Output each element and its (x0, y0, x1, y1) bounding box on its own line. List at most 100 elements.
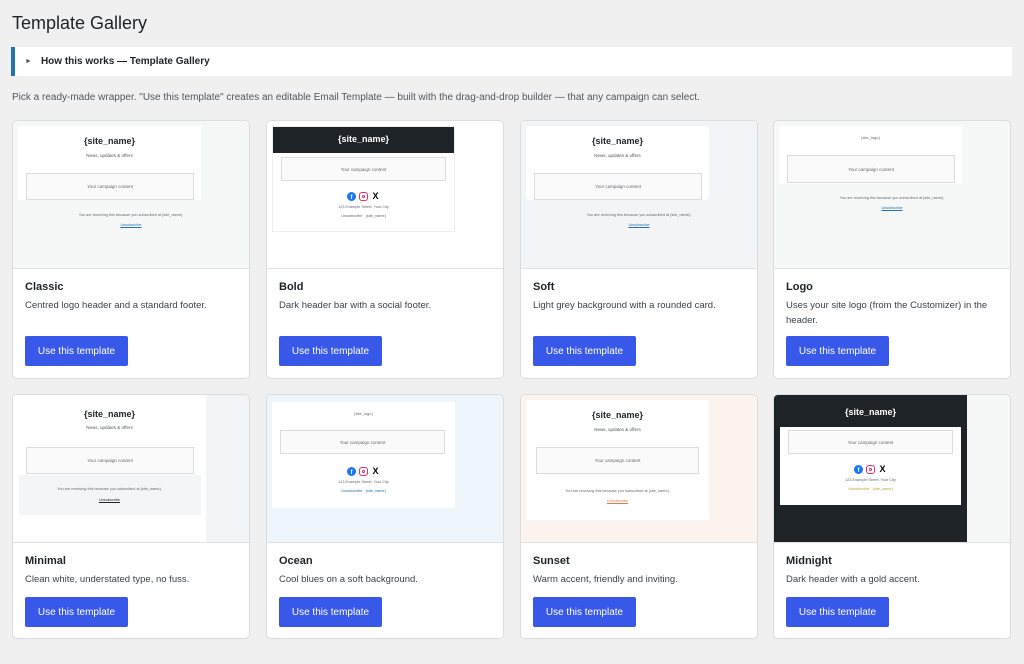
preview-unsubscribe: Unsubscribe · {site_name} (341, 489, 386, 493)
facebook-icon: f (854, 465, 863, 474)
x-icon: X (372, 191, 379, 201)
template-description: Dark header with a gold accent. (786, 574, 920, 585)
instagram-icon (359, 192, 368, 201)
template-description: Dark header bar with a social footer. (279, 300, 432, 311)
use-template-button-classic[interactable]: Use this template (25, 336, 128, 366)
template-card-sunset: {site_name} News, updates & offers Your … (520, 394, 758, 639)
use-template-button-logo[interactable]: Use this template (786, 336, 889, 366)
preview-content-text: Your campaign content (339, 439, 386, 445)
preview-content-text: Your campaign content (847, 439, 894, 445)
template-name: Ocean (279, 555, 313, 567)
template-preview-midnight: {site_name} Your campaign content f X 12… (774, 395, 1010, 543)
template-card-minimal: {site_name} News, updates & offers Your … (12, 394, 250, 639)
preview-content-box: Your campaign content (788, 430, 953, 454)
template-card-classic: {site_name} News, updates & offers Your … (12, 120, 250, 379)
caret-right-icon: ► (25, 58, 32, 65)
use-template-button-ocean[interactable]: Use this template (279, 597, 382, 627)
template-description: Warm accent, friendly and inviting. (533, 574, 678, 585)
template-card-logo: [site_logo] Your campaign content You ar… (773, 120, 1011, 379)
preview-address: 123 Example Street, Your City (338, 480, 389, 484)
template-preview-bold: {site_name} Your campaign content f X 12… (267, 121, 503, 269)
use-template-button-midnight[interactable]: Use this template (786, 597, 889, 627)
template-card-ocean: [site_logo] Your campaign content f X 12… (266, 394, 504, 639)
preview-site-name: {site_name} (591, 136, 644, 146)
preview-social-icons: f X (780, 465, 961, 474)
preview-footer: You are receiving this because you subsc… (78, 213, 184, 217)
template-name: Soft (533, 281, 555, 293)
preview-logo: [site_logo] (354, 411, 373, 416)
template-preview-soft: {site_name} News, updates & offers Your … (521, 121, 757, 269)
preview-content-text: Your campaign content (87, 184, 133, 189)
preview-content-text: Your campaign content (595, 184, 641, 189)
preview-unsubscribe: Unsubscribe (120, 223, 142, 227)
preview-content-box: Your campaign content (26, 447, 194, 474)
template-description: Cool blues on a soft background. (279, 574, 418, 585)
template-preview-logo: [site_logo] Your campaign content You ar… (774, 121, 1010, 269)
preview-footer: You are receiving this because you subsc… (839, 196, 945, 200)
preview-logo: [site_logo] (861, 135, 880, 140)
use-template-button-bold[interactable]: Use this template (279, 336, 382, 366)
use-template-button-minimal[interactable]: Use this template (25, 597, 128, 627)
template-description: Centred logo header and a standard foote… (25, 300, 207, 311)
preview-tagline: News, updates & offers (594, 153, 641, 158)
template-preview-sunset: {site_name} News, updates & offers Your … (521, 395, 757, 543)
preview-content-text: Your campaign content (87, 458, 133, 463)
preview-content-text: Your campaign content (594, 458, 641, 463)
preview-content-box: Your campaign content (534, 173, 702, 200)
preview-site-name: {site_name} (83, 136, 136, 146)
template-name: Sunset (533, 555, 570, 567)
use-template-button-soft[interactable]: Use this template (533, 336, 636, 366)
template-preview-ocean: [site_logo] Your campaign content f X 12… (267, 395, 503, 543)
preview-tagline: News, updates & offers (86, 153, 133, 158)
template-description: Uses your site logo (from the Customizer… (786, 300, 988, 326)
template-name: Minimal (25, 555, 66, 567)
preview-site-name: {site_name} (844, 407, 897, 417)
preview-address: 123 Example Street, Your City (338, 205, 389, 209)
preview-unsubscribe: Unsubscribe · {site_name} (848, 487, 893, 491)
preview-unsubscribe: Unsubscribe (881, 206, 903, 210)
preview-footer: You are receiving this because you subsc… (57, 487, 162, 491)
how-this-works-toggle[interactable]: ► How this works — Template Gallery (11, 47, 1012, 76)
preview-unsubscribe: Unsubscribe (606, 499, 629, 503)
template-name: Midnight (786, 555, 832, 567)
facebook-icon: f (347, 467, 356, 476)
intro-text: Pick a ready-made wrapper. "Use this tem… (12, 92, 700, 103)
preview-content-text: Your campaign content (848, 166, 894, 172)
template-card-bold: {site_name} Your campaign content f X 12… (266, 120, 504, 379)
preview-content-box: Your campaign content (787, 155, 955, 183)
preview-unsubscribe: Unsubscribe · {site_name} (341, 214, 386, 218)
page-title: Template Gallery (12, 13, 148, 33)
instagram-icon (866, 465, 875, 474)
preview-site-name: {site_name} (83, 409, 136, 419)
preview-address: 123 Example Street, Your City (845, 478, 896, 482)
preview-tagline: News, updates & offers (86, 425, 133, 430)
template-name: Bold (279, 281, 304, 293)
template-description: Light grey background with a rounded car… (533, 300, 716, 311)
preview-footer: You are receiving this because you subsc… (565, 489, 670, 493)
preview-content-box: Your campaign content (281, 157, 446, 181)
x-icon: X (372, 466, 379, 476)
preview-social-icons: f X (272, 467, 455, 476)
preview-unsubscribe: Unsubscribe (98, 498, 121, 502)
preview-content-text: Your campaign content (340, 166, 387, 172)
template-preview-classic: {site_name} News, updates & offers Your … (13, 121, 249, 269)
preview-content-box: Your campaign content (280, 430, 445, 454)
preview-site-name: {site_name} (591, 410, 644, 420)
preview-social-icons: f X (273, 192, 454, 201)
facebook-icon: f (347, 192, 356, 201)
preview-content-box: Your campaign content (536, 447, 699, 474)
template-description: Clean white, understated type, no fuss. (25, 574, 190, 585)
template-name: Classic (25, 281, 64, 293)
preview-footer: You are receiving this because you subsc… (586, 213, 692, 217)
template-card-soft: {site_name} News, updates & offers Your … (520, 120, 758, 379)
preview-site-name: {site_name} (337, 134, 390, 144)
template-name: Logo (786, 281, 813, 293)
preview-content-box: Your campaign content (26, 173, 194, 200)
preview-unsubscribe: Unsubscribe (628, 223, 650, 227)
use-template-button-sunset[interactable]: Use this template (533, 597, 636, 627)
preview-tagline: News, updates & offers (594, 427, 641, 432)
template-card-midnight: {site_name} Your campaign content f X 12… (773, 394, 1011, 639)
template-preview-minimal: {site_name} News, updates & offers Your … (13, 395, 249, 543)
instagram-icon (359, 467, 368, 476)
x-icon: X (879, 464, 886, 474)
